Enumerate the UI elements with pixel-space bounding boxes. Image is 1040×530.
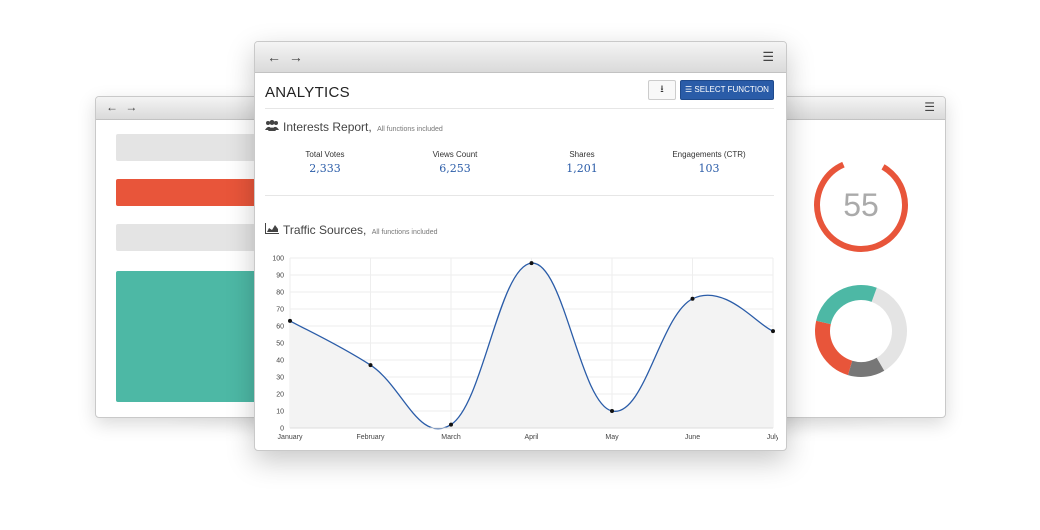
stat-value: 103 <box>698 162 720 175</box>
y-tick-label: 20 <box>276 392 284 399</box>
chart-point-april[interactable] <box>529 261 534 266</box>
x-tick-label: June <box>685 434 700 441</box>
y-tick-label: 30 <box>276 375 284 382</box>
chart-x-ticks: January February March April May June July <box>278 434 778 441</box>
x-tick-label: May <box>605 434 619 441</box>
chart-y-ticks: 0 10 20 30 40 50 60 70 80 90 100 <box>272 256 284 433</box>
y-tick-label: 70 <box>276 307 284 314</box>
x-tick-label: July <box>767 434 778 441</box>
download-button[interactable]: ⭳ <box>648 80 676 100</box>
stat-value: 6,253 <box>439 162 471 175</box>
x-tick-label: April <box>524 434 538 441</box>
back-forward-icons[interactable]: ← → <box>267 49 305 65</box>
stat-shares: Shares 1,201 <box>522 150 642 175</box>
download-icon: ⭳ <box>660 84 664 95</box>
titlebar: ← → ☰ <box>255 42 786 73</box>
area-chart-icon <box>265 223 279 234</box>
y-tick-label: 50 <box>276 341 284 348</box>
page-title: ANALYTICS <box>265 84 350 101</box>
interests-report-heading: Interests Report, All functions included <box>265 120 443 134</box>
stat-label: Shares <box>569 150 595 159</box>
chart-point-january[interactable] <box>288 318 292 323</box>
hamburger-menu-icon[interactable]: ☰ <box>924 100 935 114</box>
chart-point-march[interactable] <box>449 422 453 427</box>
header-row: ANALYTICS ⭳ ☰ SELECT FUNCTION <box>265 80 774 109</box>
chart-point-july[interactable] <box>771 329 775 334</box>
chart-point-june[interactable] <box>690 296 695 301</box>
back-forward-icons[interactable]: ← → <box>106 100 139 114</box>
gauge-widget: 55 <box>814 158 908 252</box>
traffic-sources-heading: Traffic Sources, All functions included <box>265 223 437 237</box>
section-title-text: Interests Report, <box>283 120 372 134</box>
donut-segment-2 <box>815 320 853 376</box>
x-tick-label: March <box>441 434 461 441</box>
section-subtitle: All functions included <box>377 126 443 133</box>
gauge-value: 55 <box>843 187 879 223</box>
section-subtitle: All functions included <box>371 229 438 236</box>
stat-label: Total Votes <box>305 150 345 159</box>
stat-value: 2,333 <box>309 162 341 175</box>
hamburger-menu-icon[interactable]: ☰ <box>762 49 774 65</box>
stats-row: Total Votes 2,333 Views Count 6,253 Shar… <box>265 150 774 196</box>
analytics-window: ← → ☰ ANALYTICS ⭳ ☰ SELECT FUNCTION Inte… <box>254 41 787 451</box>
y-tick-label: 100 <box>272 256 284 263</box>
stat-value: 1,201 <box>566 162 598 175</box>
donut-widget <box>815 285 907 377</box>
stat-views-count: Views Count 6,253 <box>395 150 515 175</box>
stat-engagements: Engagements (CTR) 103 <box>649 150 769 175</box>
y-tick-label: 80 <box>276 290 284 297</box>
select-function-button[interactable]: ☰ SELECT FUNCTION <box>680 80 774 100</box>
chart-point-february[interactable] <box>368 363 373 368</box>
x-tick-label: January <box>278 434 303 441</box>
chart-area-group <box>289 262 774 430</box>
section-title-text: Traffic Sources, <box>283 223 367 237</box>
y-tick-label: 0 <box>280 426 284 433</box>
chart-area-fill <box>290 263 773 429</box>
stat-label: Views Count <box>432 150 478 159</box>
x-tick-label: February <box>356 434 385 441</box>
traffic-line-chart: 0 10 20 30 40 50 60 70 80 90 100 January February Ma… <box>272 256 778 442</box>
stat-label: Engagements (CTR) <box>672 150 746 159</box>
donut-segment-3 <box>816 285 877 325</box>
y-tick-label: 10 <box>276 409 284 416</box>
stat-total-votes: Total Votes 2,333 <box>265 150 385 175</box>
y-tick-label: 40 <box>276 358 284 365</box>
y-tick-label: 90 <box>276 273 284 280</box>
chart-point-may[interactable] <box>610 409 614 413</box>
y-tick-label: 60 <box>276 324 284 331</box>
users-icon <box>265 120 279 131</box>
